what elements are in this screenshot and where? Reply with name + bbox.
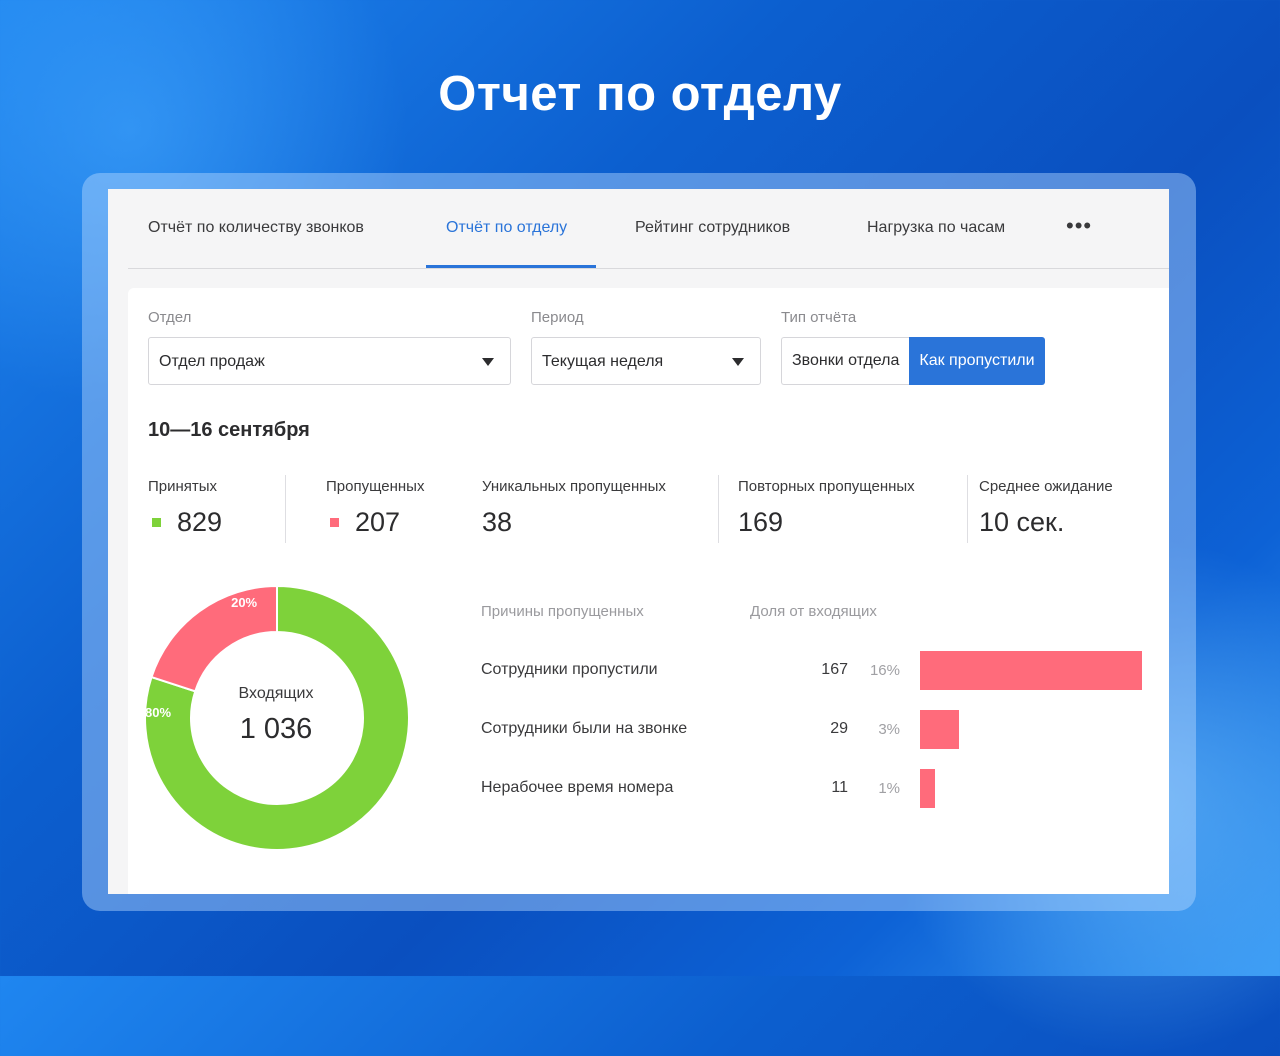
period-label: Период <box>531 309 584 326</box>
reasons-header: Причины пропущенных <box>481 603 644 620</box>
reason-bar <box>920 769 935 808</box>
more-horizontal-icon[interactable]: ••• <box>1066 213 1092 239</box>
stat-avg-wait: Среднее ожидание 10 сек. <box>979 478 1113 538</box>
reason-bar <box>920 710 959 749</box>
stat-unique-missed: Уникальных пропущенных 38 <box>482 478 666 538</box>
stat-value: 207 <box>355 507 401 537</box>
divider <box>718 475 719 543</box>
reason-bar <box>920 651 1142 690</box>
stat-value: 829 <box>177 507 223 537</box>
accepted-legend-icon <box>152 518 161 527</box>
reason-percent: 16% <box>869 662 900 679</box>
stat-value: 10 сек. <box>979 507 1065 537</box>
reason-count: 167 <box>821 661 848 678</box>
period-select[interactable]: Текущая неделя <box>531 337 761 385</box>
chevron-down-icon <box>482 358 494 366</box>
reason-label: Сотрудники были на звонке <box>481 720 688 737</box>
department-select[interactable]: Отдел продаж <box>148 337 511 385</box>
active-tab-indicator <box>426 265 596 268</box>
donut-slice-label: 20% <box>231 595 257 610</box>
report-panel: Отчёт по количеству звонков Отчёт по отд… <box>108 189 1169 894</box>
stat-label: Уникальных пропущенных <box>482 478 666 495</box>
donut-slice <box>150 585 278 693</box>
stat-accepted: Принятых 829 <box>148 478 222 538</box>
report-type-toggle: Звонки отдела Как пропустили <box>781 337 1045 385</box>
department-label: Отдел <box>148 309 192 326</box>
reason-label: Нерабочее время номера <box>481 779 674 796</box>
stat-label: Принятых <box>148 478 218 495</box>
tab-employee-rating[interactable]: Рейтинг сотрудников <box>635 219 790 237</box>
donut-center-label: Входящих <box>238 685 314 702</box>
stat-repeat-missed: Повторных пропущенных 169 <box>738 478 915 538</box>
stat-missed: Пропущенных 207 <box>326 478 424 538</box>
report-type-department-calls[interactable]: Звонки отдела <box>781 337 910 385</box>
missed-legend-icon <box>330 518 339 527</box>
tab-hourly-load[interactable]: Нагрузка по часам <box>867 219 1005 237</box>
stat-value: 169 <box>738 507 784 537</box>
reason-count: 11 <box>831 779 848 796</box>
period-select-value: Текущая неделя <box>542 353 664 370</box>
date-range: 10—16 сентября <box>148 419 310 441</box>
reason-label: Сотрудники пропустили <box>481 661 658 678</box>
department-select-value: Отдел продаж <box>159 353 265 370</box>
tab-calls-count[interactable]: Отчёт по количеству звонков <box>148 219 364 237</box>
reason-count: 29 <box>830 720 848 737</box>
share-header: Доля от входящих <box>750 603 877 620</box>
divider <box>967 475 968 543</box>
report-type-label: Тип отчёта <box>781 309 857 326</box>
donut-slice-label: 80% <box>145 705 171 720</box>
tab-bar: Отчёт по количеству звонков Отчёт по отд… <box>128 189 1169 269</box>
tab-department-report[interactable]: Отчёт по отделу <box>446 219 567 237</box>
donut-center-value: 1 036 <box>239 713 313 745</box>
reason-percent: 3% <box>878 721 900 738</box>
stat-label: Пропущенных <box>326 478 425 495</box>
stat-label: Среднее ожидание <box>979 478 1113 495</box>
chevron-down-icon <box>732 358 744 366</box>
stat-value: 38 <box>482 507 513 537</box>
report-type-how-missed[interactable]: Как пропустили <box>909 337 1045 385</box>
report-content: Отдел Отдел продаж Период Текущая неделя… <box>128 288 1169 894</box>
stat-label: Повторных пропущенных <box>738 478 915 495</box>
page-title: Отчет по отделу <box>438 67 842 121</box>
divider <box>285 475 286 543</box>
reason-percent: 1% <box>878 780 900 797</box>
